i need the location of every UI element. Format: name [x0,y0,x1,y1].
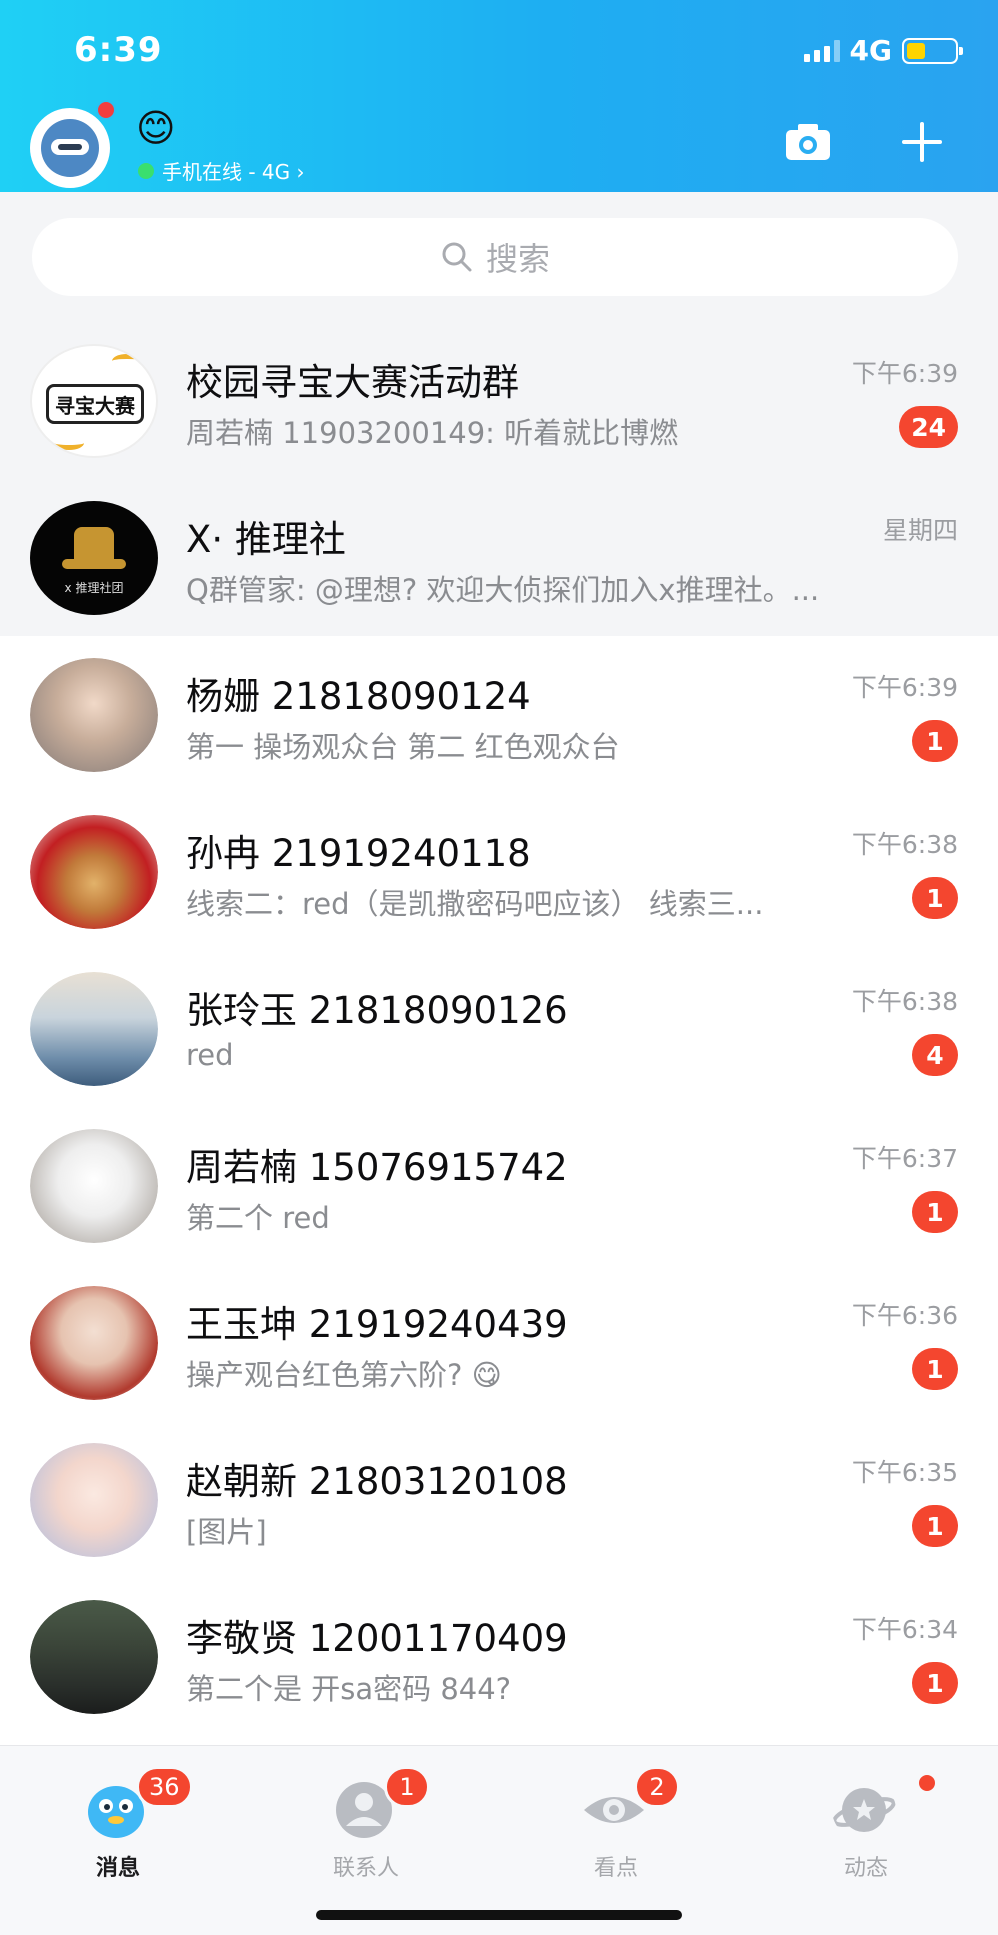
tab-bar: 消息 36 联系人 1 看点 2 动态 [0,1745,998,1935]
contact-avatar [30,1129,158,1243]
conversation-preview: 第二个 red [186,1201,330,1235]
signal-icon [803,39,840,62]
conversation-time: 下午6:34 [851,1615,958,1644]
unread-badge: 1 [912,877,958,919]
search-placeholder: 搜索 [485,240,550,278]
conversation-preview: 第一 操场观众台 第二 红色观众台 [186,730,620,764]
network-type: 4G [849,34,892,67]
status-indicators: 4G [803,34,963,67]
conversation-time: 下午6:36 [851,1301,958,1330]
conversation-row[interactable]: 王玉坤 21919240439 操产观台红色第六阶? 😋 下午6:36 1 [0,1264,998,1421]
conversation-name: 王玉坤 21919240439 [186,1303,568,1346]
conversation-name: 杨姗 21818090124 [186,675,531,718]
unread-badge: 24 [899,406,958,448]
conversation-time: 下午6:35 [851,1458,958,1487]
conversation-name: 周若楠 15076915742 [186,1146,568,1189]
unread-badge: 1 [912,720,958,762]
conversation-name: X· 推理社 [186,518,346,561]
conversation-time: 下午6:38 [851,987,958,1016]
header-bar: 6:39 4G 😊 手机在线 - 4G › [0,0,998,192]
conversation-list: 寻宝大赛 校园寻宝大赛活动群 周若楠 11903200149: 听着就比博燃 下… [0,322,998,1735]
conversation-row[interactable]: 赵朝新 21803120108 [图片] 下午6:35 1 [0,1421,998,1578]
contact-avatar [30,972,158,1086]
search-area: 搜索 [0,192,998,322]
contact-avatar [30,815,158,929]
online-dot-icon [138,162,154,179]
tab-label: 看点 [593,1856,638,1881]
avatar-face-icon [41,119,99,177]
conversation-preview: 第二个是 开sa密码 844? [186,1672,512,1706]
conversation-row[interactable]: x 推理社团 X· 推理社 Q群管家: @理想? 欢迎大侦探们加入x推理社。..… [0,479,998,636]
unread-badge: 1 [912,1505,958,1547]
avatar-label: x 推理社团 [64,581,124,595]
notification-dot [96,100,116,120]
contact-avatar [30,1600,158,1714]
conversation-time: 下午6:38 [851,830,958,859]
conversation-row[interactable]: 寻宝大赛 校园寻宝大赛活动群 周若楠 11903200149: 听着就比博燃 下… [0,322,998,479]
tab-contacts[interactable]: 联系人 1 [296,1766,436,1886]
conversation-name: 孙冉 21919240118 [186,832,531,875]
conversation-time: 下午6:37 [851,1144,958,1173]
conversation-row[interactable]: 周若楠 15076915742 第二个 red 下午6:37 1 [0,1107,998,1264]
conversation-name: 张玲玉 21818090126 [186,989,568,1032]
tab-label: 动态 [843,1856,888,1881]
tab-messages[interactable]: 消息 36 [48,1766,193,1886]
conversation-preview: 周若楠 11903200149: 听着就比博燃 [186,416,679,450]
conversation-time: 星期四 [882,516,958,545]
online-status[interactable]: 手机在线 - 4G › [138,156,305,185]
unread-badge: 1 [912,1348,958,1390]
tab-badge: 36 [136,1766,193,1808]
conversation-time: 下午6:39 [851,673,958,702]
conversation-row[interactable]: 张玲玉 21818090126 red 下午6:38 4 [0,950,998,1107]
home-indicator [316,1910,682,1920]
conversation-row[interactable]: 孙冉 21919240118 线索二：red（是凯撒密码吧应该） 线索三... … [0,793,998,950]
tab-discover[interactable]: 看点 2 [546,1766,686,1886]
contact-avatar [30,658,158,772]
avatar-label: 寻宝大赛 [46,384,144,424]
conversation-preview: red [186,1038,234,1072]
tab-moments[interactable]: 动态 [796,1766,938,1886]
conversation-name: 赵朝新 21803120108 [186,1460,568,1503]
tab-label: 消息 [95,1856,140,1881]
group-avatar: x 推理社团 [30,501,158,615]
search-icon [442,242,472,272]
conversation-name: 校园寻宝大赛活动群 [186,361,519,404]
unread-badge: 1 [912,1191,958,1233]
tab-new-dot [916,1772,938,1794]
unread-badge: 1 [912,1662,958,1704]
group-avatar: 寻宝大赛 [30,344,158,458]
unread-badge: 4 [912,1034,958,1076]
conversation-preview: Q群管家: @理想? 欢迎大侦探们加入x推理社。... [186,573,820,607]
tab-label: 联系人 [332,1856,399,1881]
tab-badge: 1 [384,1766,430,1808]
mood-emoji[interactable]: 😊 [136,106,176,150]
contact-avatar [30,1443,158,1557]
contact-avatar [30,1286,158,1400]
conversation-preview: 线索二：red（是凯撒密码吧应该） 线索三... [186,887,764,921]
conversation-preview: [图片] [186,1515,267,1549]
conversation-row[interactable]: 李敬贤 12001170409 第二个是 开sa密码 844? 下午6:34 1 [0,1578,998,1735]
conversation-time: 下午6:39 [851,359,958,388]
status-time: 6:39 [74,30,163,70]
camera-icon[interactable] [784,122,832,162]
online-status-text: 手机在线 - 4G › [162,160,305,184]
planet-icon [832,1788,896,1832]
conversation-preview: 操产观台红色第六阶? 😋 [186,1358,502,1392]
conversation-name: 李敬贤 12001170409 [186,1617,568,1660]
search-input[interactable]: 搜索 [32,218,958,296]
conversation-row[interactable]: 杨姗 21818090124 第一 操场观众台 第二 红色观众台 下午6:39 … [0,636,998,793]
my-avatar[interactable] [30,108,110,188]
plus-icon[interactable] [898,118,946,166]
battery-icon [902,37,963,64]
tab-badge: 2 [634,1766,680,1808]
